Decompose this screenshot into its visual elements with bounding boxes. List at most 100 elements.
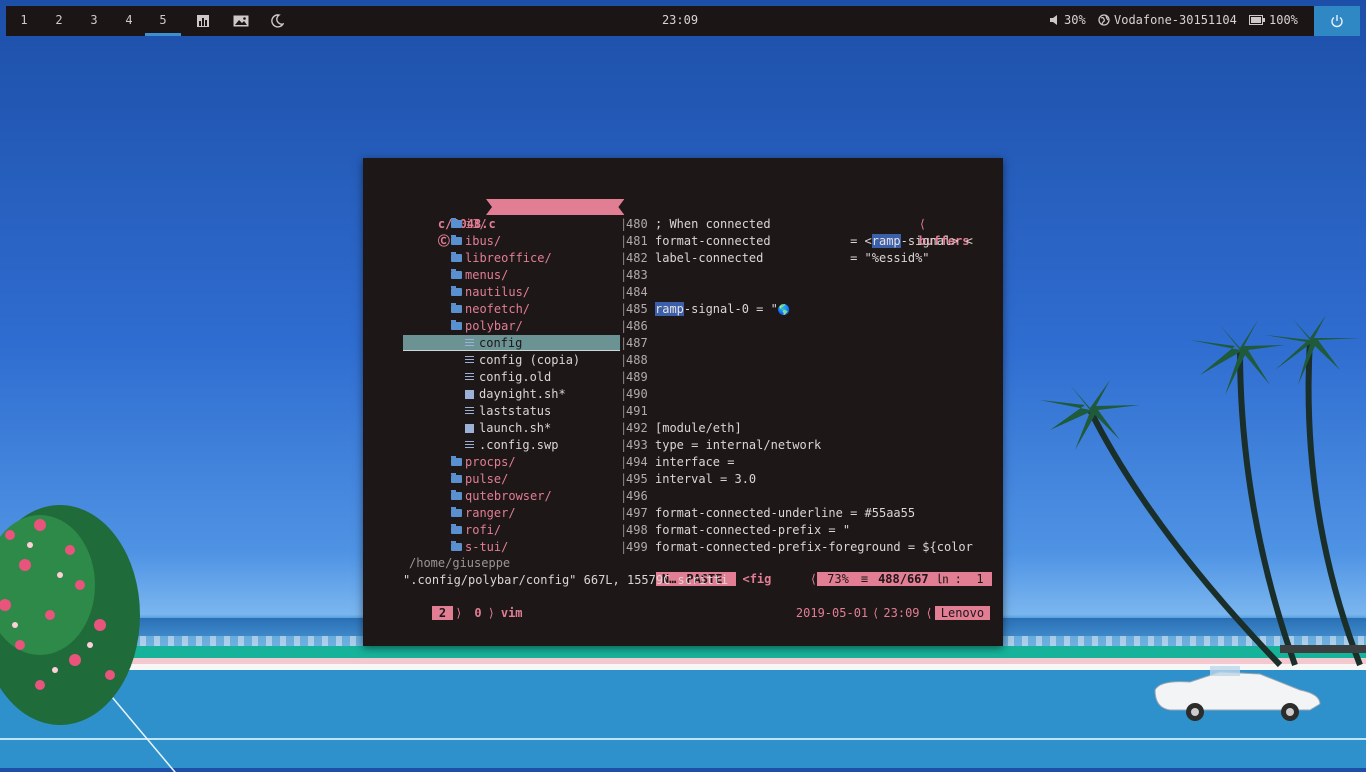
chart-icon[interactable] [196, 14, 210, 28]
tree-item[interactable]: config.old [465, 369, 551, 386]
tree-item-label: ibus/ [465, 234, 502, 248]
tree-item[interactable]: polybar/ [451, 318, 523, 335]
line-number: 481 [626, 234, 648, 248]
line-number: 493 [626, 438, 648, 452]
tmux-window-name[interactable]: vim [501, 606, 523, 620]
wallpaper-palm-trees [1040, 315, 1366, 668]
globe-glyph-icon: 🌎 [777, 305, 791, 316]
line-number: 494 [626, 455, 648, 469]
folder-open-icon [451, 320, 462, 330]
file-icon [465, 407, 474, 416]
chevron-left-icon: ⟨ [918, 217, 927, 231]
tree-item[interactable]: pulse/ [451, 471, 508, 488]
line-number: 489 [626, 370, 648, 384]
lines-icon: ≡ [854, 572, 875, 586]
file-icon [465, 356, 474, 365]
tree-item[interactable]: config (copia) [465, 352, 580, 369]
column-icon: ㏑ [932, 572, 953, 586]
image-icon[interactable] [233, 14, 249, 28]
line-number: 490 [626, 387, 648, 401]
search-highlight: ramp [655, 302, 684, 316]
tree-item[interactable]: .config.swp [465, 437, 558, 454]
file-icon: ≡ [528, 232, 537, 246]
network-indicator[interactable]: Vodafone-30151104 [1098, 6, 1237, 34]
code-line[interactable]: format-connected-prefix = " [655, 522, 850, 539]
tree-item[interactable]: ibus/ [451, 233, 501, 250]
line-number: 487 [626, 336, 648, 350]
folder-icon [451, 507, 462, 517]
code-line[interactable]: format-connected = <ramp-signal> < [655, 233, 973, 250]
wallpaper-car [1154, 666, 1321, 721]
tmux-window-index[interactable]: 0 [464, 606, 481, 620]
line-number: 480 [626, 217, 648, 231]
terminal-window[interactable]: c/2048.c Ⓒ .c/p/config ≡ ⟨ buffers i3/ib… [363, 158, 1003, 646]
tree-item-label: s-tui/ [465, 540, 509, 554]
tree-item-label: config.old [479, 370, 552, 384]
code-line[interactable]: format-connected-prefix-foreground = ${c… [655, 539, 973, 556]
folder-icon [451, 524, 462, 534]
executable-icon [465, 390, 474, 399]
percent-indicator: 73% [817, 572, 855, 586]
workspace-5[interactable]: 5 [145, 6, 181, 36]
workspace-3[interactable]: 3 [76, 6, 112, 36]
code-line[interactable]: label-connected = "%essid%" [655, 250, 930, 267]
tree-item[interactable]: i3/ [451, 216, 487, 233]
folder-icon [451, 303, 462, 313]
chevron-left-icon: ⟨ [925, 606, 933, 620]
folder-icon [451, 541, 462, 551]
tree-item-label: .config.swp [479, 438, 559, 452]
tree-item-label: menus/ [465, 268, 509, 282]
code-line[interactable]: format-connected-underline = #55aa55 [655, 505, 915, 522]
tree-item[interactable]: menus/ [451, 267, 508, 284]
tree-item-label: config (copia) [479, 353, 581, 367]
workspace-4[interactable]: 4 [111, 6, 147, 36]
wallpaper-pool-line [0, 738, 1366, 740]
tree-item[interactable]: qutebrowser/ [451, 488, 552, 505]
tree-item[interactable]: ranger/ [451, 505, 516, 522]
battery-indicator[interactable]: 100% [1249, 6, 1298, 34]
tmux-status-right: 2019-05-01 ⟨ 23:09 ⟨ Lenovo [767, 589, 991, 620]
code-line[interactable]: ramp-signal-0 = "🌎 [655, 301, 790, 318]
tree-item[interactable]: launch.sh* [465, 420, 551, 437]
tree-item-label: i3/ [465, 217, 487, 231]
tree-item-label: laststatus [479, 404, 552, 418]
buffer-tab-active[interactable]: .c/p/config ≡ [486, 199, 624, 215]
tree-cwd: /home/giuseppe [409, 556, 511, 570]
tree-item[interactable]: daynight.sh* [465, 386, 566, 403]
chevron-left-icon: ⟨ [872, 606, 880, 620]
column-position: : 1 [952, 572, 992, 586]
line-number: 486 [626, 319, 648, 333]
tree-item[interactable]: laststatus [465, 403, 551, 420]
power-icon [1331, 15, 1343, 28]
code-line[interactable]: type = internal/network [655, 437, 821, 454]
tree-item[interactable]: libreoffice/ [451, 250, 552, 267]
folder-icon [451, 252, 462, 262]
tree-item[interactable]: procps/ [451, 454, 516, 471]
buffer-tab-inactive[interactable]: c/2048.c Ⓒ [409, 199, 496, 248]
clock: 23:09 [661, 13, 699, 27]
tree-item-label: neofetch/ [465, 302, 531, 316]
workspace-1[interactable]: 1 [6, 6, 42, 36]
tree-item[interactable]: nautilus/ [451, 284, 530, 301]
file-icon [465, 441, 474, 450]
tree-item-label: libreoffice/ [465, 251, 552, 265]
tree-item[interactable]: s-tui/ [451, 539, 508, 556]
code-line[interactable]: [module/eth] [655, 420, 742, 437]
tree-item[interactable]: neofetch/ [451, 301, 530, 318]
volume-value: 30% [1064, 13, 1086, 27]
line-number: 497 [626, 506, 648, 520]
code-line[interactable]: ; When connected [655, 216, 771, 233]
folder-icon [451, 218, 462, 228]
power-button[interactable] [1314, 6, 1360, 36]
buffers-indicator[interactable]: ⟨ buffers [890, 199, 970, 248]
workspace-2[interactable]: 2 [41, 6, 77, 36]
code-line[interactable]: interval = 3.0 [655, 471, 756, 488]
chevron-right-icon: ⟩ [455, 606, 463, 620]
code-line[interactable]: interface = [655, 454, 734, 471]
tree-item[interactable]: config [465, 335, 522, 352]
moon-icon[interactable] [270, 14, 284, 28]
tree-item[interactable]: rofi/ [451, 522, 501, 539]
line-number: 495 [626, 472, 648, 486]
volume-indicator[interactable]: 30% [1050, 6, 1086, 34]
file-icon [465, 373, 474, 382]
